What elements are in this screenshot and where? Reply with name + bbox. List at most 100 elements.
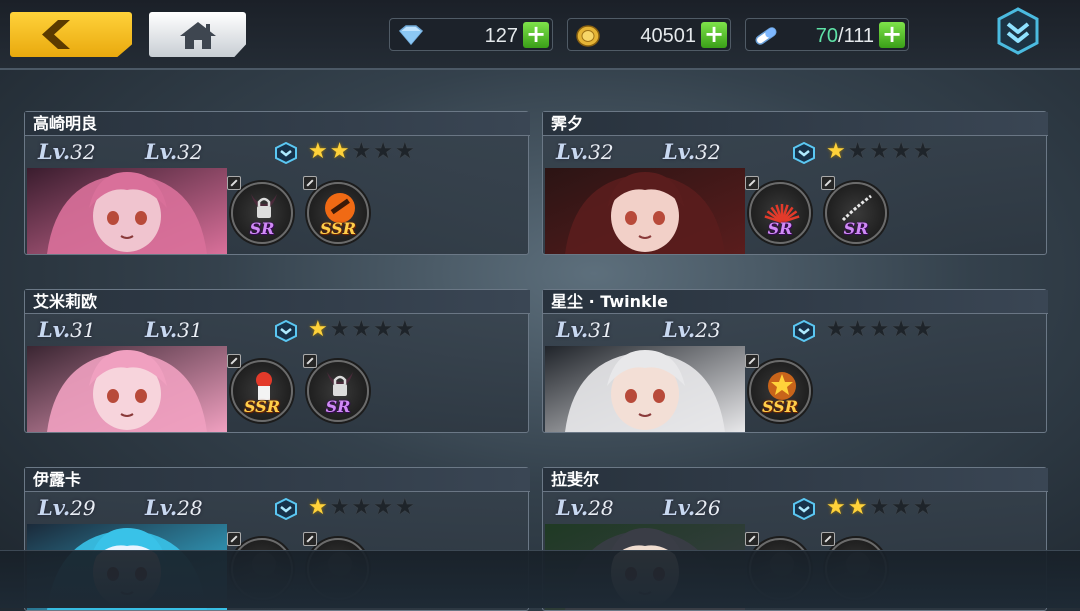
equipment-slot[interactable]: SR [227, 176, 293, 244]
level-value: 23 [695, 318, 721, 342]
weapon-level: Lv.32 [145, 139, 203, 164]
edit-equipment-icon[interactable] [227, 354, 241, 368]
rarity-badge: SR [843, 219, 869, 238]
character-portrait[interactable] [27, 346, 227, 432]
character-card[interactable]: 高崎明良 Lv.32 Lv.32 ★ ★ ★ ★ ★ SR SSR [24, 111, 530, 255]
weapon-level: Lv.28 [145, 495, 203, 520]
edit-equipment-icon[interactable] [821, 176, 835, 190]
equipment-slot[interactable]: SSR [227, 354, 293, 422]
star-icon: ★ [329, 495, 350, 520]
character-name: 艾米莉欧 [25, 290, 530, 314]
back-button[interactable] [10, 12, 132, 57]
level-value: 29 [70, 496, 96, 520]
add-gold-button[interactable]: + [701, 22, 727, 48]
level-value: 32 [177, 140, 203, 164]
star-icon: ★ [373, 317, 393, 342]
rarity-badge: SSR [761, 397, 799, 416]
equipment-slot[interactable]: SSR [745, 354, 811, 422]
star-icon: ★ [912, 495, 933, 520]
rank-up-icon[interactable] [275, 320, 297, 342]
star-icon: ★ [394, 495, 415, 520]
weapon-level: Lv.26 [663, 495, 721, 520]
level-label: Lv. [38, 317, 71, 342]
edit-equipment-icon[interactable] [227, 532, 241, 546]
edit-equipment-icon[interactable] [303, 176, 317, 190]
level-value: 28 [177, 496, 203, 520]
level-row: Lv.31 Lv.31 ★ ★ ★ ★ ★ [25, 316, 530, 344]
equipment-slot[interactable]: SSR [303, 176, 369, 244]
rank-up-icon[interactable] [793, 320, 815, 342]
star-icon: ★ [351, 317, 372, 342]
level-label: Lv. [556, 317, 589, 342]
rank-up-icon[interactable] [793, 142, 815, 164]
star-icon: ★ [912, 139, 933, 164]
edit-equipment-icon[interactable] [745, 532, 759, 546]
top-bar: 127 + 40501 + 70/111 + [0, 0, 1080, 70]
character-portrait[interactable] [545, 168, 745, 254]
edit-equipment-icon[interactable] [303, 354, 317, 368]
edit-equipment-icon[interactable] [303, 532, 317, 546]
star-rating: ★ ★ ★ ★ ★ [308, 318, 415, 342]
rarity-badge: SR [249, 219, 275, 238]
level-label: Lv. [145, 139, 178, 164]
rarity-badge: SSR [243, 397, 281, 416]
character-level: Lv.31 [556, 317, 614, 342]
equipment-slot[interactable]: SR [821, 176, 887, 244]
weapon-level: Lv.32 [663, 139, 721, 164]
rarity-badge: SSR [319, 219, 357, 238]
edit-equipment-icon[interactable] [745, 176, 759, 190]
character-name: 拉斐尔 [543, 468, 1048, 492]
level-label: Lv. [663, 139, 696, 164]
level-value: 32 [695, 140, 721, 164]
rank-up-icon[interactable] [275, 142, 297, 164]
add-gems-button[interactable]: + [523, 22, 549, 48]
character-card[interactable]: 星尘 · Twinkle Lv.31 Lv.23 ★ ★ ★ ★ ★ SSR [542, 289, 1048, 433]
weapon-level: Lv.31 [145, 317, 203, 342]
level-row: Lv.32 Lv.32 ★ ★ ★ ★ ★ [25, 138, 530, 166]
rank-up-icon[interactable] [793, 498, 815, 520]
edit-equipment-icon[interactable] [745, 354, 759, 368]
level-label: Lv. [556, 139, 589, 164]
edit-equipment-icon[interactable] [821, 532, 835, 546]
rarity-badge: SR [325, 397, 351, 416]
equipment-slot[interactable]: SR [745, 176, 811, 244]
character-level: Lv.28 [556, 495, 614, 520]
equipment-slot[interactable]: SR [303, 354, 369, 422]
edit-equipment-icon[interactable] [227, 176, 241, 190]
star-icon: ★ [891, 317, 911, 342]
star-rating: ★ ★ ★ ★ ★ [308, 496, 415, 520]
star-icon: ★ [869, 495, 890, 520]
menu-button[interactable] [996, 7, 1040, 55]
star-icon: ★ [826, 139, 846, 164]
character-card[interactable]: 艾米莉欧 Lv.31 Lv.31 ★ ★ ★ ★ ★ SSR SR [24, 289, 530, 433]
star-icon: ★ [869, 317, 890, 342]
star-icon: ★ [891, 495, 911, 520]
level-label: Lv. [663, 317, 696, 342]
stamina-counter: 70/111 + [745, 18, 909, 51]
gold-value: 40501 [640, 25, 696, 47]
star-icon: ★ [373, 139, 393, 164]
character-portrait[interactable] [545, 346, 745, 432]
star-icon: ★ [847, 317, 868, 342]
expand-menu-icon [997, 7, 1039, 55]
star-icon: ★ [847, 139, 868, 164]
rank-up-icon[interactable] [275, 498, 297, 520]
character-card[interactable]: 霁夕 Lv.32 Lv.32 ★ ★ ★ ★ ★ SR SR [542, 111, 1048, 255]
home-button[interactable] [149, 12, 246, 57]
character-portrait[interactable] [27, 168, 227, 254]
star-icon: ★ [308, 317, 328, 342]
level-value: 31 [70, 318, 96, 342]
level-label: Lv. [38, 139, 71, 164]
level-row: Lv.31 Lv.23 ★ ★ ★ ★ ★ [543, 316, 1048, 344]
level-value: 26 [695, 496, 721, 520]
star-rating: ★ ★ ★ ★ ★ [826, 318, 933, 342]
star-icon: ★ [869, 139, 890, 164]
add-stamina-button[interactable]: + [879, 22, 905, 48]
level-label: Lv. [556, 495, 589, 520]
character-name: 星尘 · Twinkle [543, 290, 1048, 314]
star-icon: ★ [351, 495, 372, 520]
character-name: 伊露卡 [25, 468, 530, 492]
level-row: Lv.29 Lv.28 ★ ★ ★ ★ ★ [25, 494, 530, 522]
rarity-badge: SR [767, 219, 793, 238]
star-icon: ★ [826, 495, 846, 520]
